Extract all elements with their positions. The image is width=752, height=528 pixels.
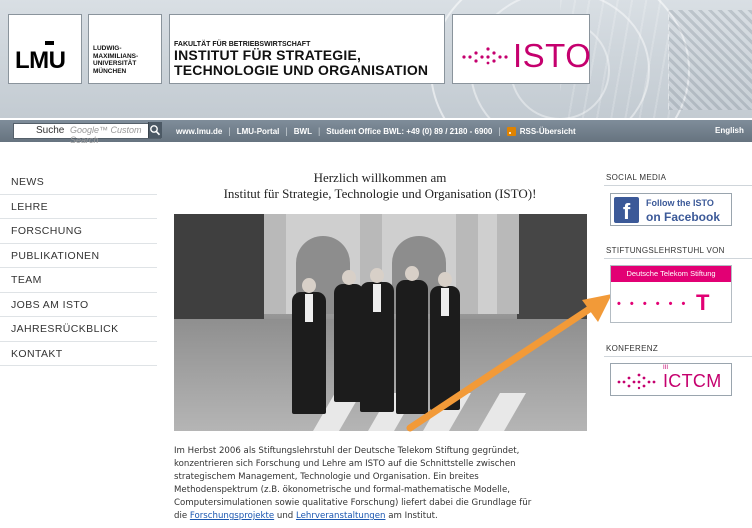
ictcm-dots-icon	[617, 373, 656, 390]
sidebar-item-jahresrueckblick[interactable]: JAHRESRÜCKBLICK	[0, 317, 157, 342]
search-input[interactable]: Suche Google™ Custom Search	[13, 123, 161, 145]
intro-line: konzentrieren sich Forschung und Lehre a…	[174, 459, 516, 469]
nav-separator: |	[228, 126, 231, 136]
intro-line: Im Herbst 2006 als Stiftungslehrstuhl de…	[174, 446, 520, 456]
facebook-follow-button[interactable]: f Follow the ISTO on Facebook	[610, 193, 732, 226]
welcome-line2: Institut für Strategie, Technologie und …	[223, 186, 537, 201]
intro-line: Methodenspektrum (z.B. ökonometrische un…	[174, 485, 510, 495]
facebook-label-line1: Follow the ISTO	[646, 198, 714, 208]
search-button[interactable]	[148, 122, 162, 138]
facebook-icon: f	[614, 197, 639, 224]
institute-name-line2: TECHNOLOGIE UND ORGANISATION	[174, 62, 429, 78]
lmu-logo-accent	[45, 41, 54, 45]
institute-name-line1: INSTITUT FÜR STRATEGIE,	[174, 47, 362, 63]
nav-link-bwl[interactable]: BWL	[294, 127, 312, 136]
telekom-banner: Deutsche Telekom Stiftung	[611, 266, 731, 282]
photo-trees	[174, 214, 264, 324]
intro-paragraph: Im Herbst 2006 als Stiftungslehrstuhl de…	[174, 445, 594, 523]
isto-logo[interactable]: ISTO	[452, 14, 592, 84]
language-link-english[interactable]: English	[715, 126, 744, 135]
sidebar-item-forschung[interactable]: FORSCHUNG	[0, 219, 157, 244]
university-line: MÜNCHEN	[93, 67, 127, 75]
sidebar-item-jobs[interactable]: JOBS AM ISTO	[0, 293, 157, 317]
telekom-dots: • • • • • •	[617, 298, 689, 310]
konferenz-heading: KONFERENZ	[604, 344, 752, 357]
photo-person	[430, 272, 460, 410]
nav-separator: |	[317, 126, 321, 136]
welcome-heading: Herzlich willkommen am Institut für Stra…	[172, 170, 588, 202]
telekom-stiftung-logo[interactable]: Deutsche Telekom Stiftung • • • • • • T	[610, 265, 732, 323]
university-line: LUDWIG-	[93, 45, 122, 52]
university-line: MAXIMILIANS-	[93, 52, 139, 60]
welcome-line1: Herzlich willkommen am	[313, 170, 447, 185]
facebook-label-line2: on Facebook	[646, 210, 721, 224]
intro-text: die	[174, 511, 188, 521]
link-forschungsprojekte[interactable]: Forschungsprojekte	[190, 511, 274, 521]
photo-person	[292, 278, 326, 414]
social-media-heading: SOCIAL MEDIA	[604, 173, 752, 186]
lmu-logo-text: LMU	[15, 47, 66, 74]
intro-text: und	[276, 511, 294, 521]
ictcm-text: ICTCM	[663, 371, 722, 391]
telekom-t-logo: T	[696, 290, 710, 315]
photo-trees	[517, 214, 587, 324]
search-icon	[150, 125, 161, 136]
link-lehrveranstaltungen[interactable]: Lehrveranstaltungen	[296, 511, 385, 521]
intro-line: strategischem Management, Technologie un…	[174, 472, 479, 482]
ictcm-conference-logo[interactable]: III ICTCM	[610, 363, 732, 396]
sidebar-item-kontakt[interactable]: KONTAKT	[0, 342, 157, 366]
institute-title-box[interactable]: FAKULTÄT FÜR BETRIEBSWIRTSCHAFT INSTITUT…	[169, 14, 445, 84]
isto-dots-icon	[462, 47, 508, 65]
nav-link-lmu[interactable]: www.lmu.de	[176, 127, 222, 136]
intro-text: am Institut.	[388, 511, 438, 521]
search-placeholder: Google™ Custom Search	[70, 125, 142, 145]
photo-person	[360, 268, 394, 412]
stiftungslehrstuhl-heading: STIFTUNGSLEHRSTUHL VON	[604, 246, 752, 259]
lmu-logo[interactable]: LMU	[8, 14, 82, 84]
top-navbar: Suche Google™ Custom Search www.lmu.de |…	[0, 120, 752, 145]
nav-link-lmu-portal[interactable]: LMU-Portal	[237, 127, 280, 136]
search-label: Suche	[36, 125, 65, 136]
background-ornament	[668, 10, 752, 110]
university-line: UNIVERSITÄT	[93, 60, 137, 67]
sidebar-item-lehre[interactable]: LEHRE	[0, 195, 157, 219]
nav-link-rss[interactable]: RSS-Übersicht	[520, 127, 576, 136]
intro-line: die Forschungsprojekte und Lehrveranstal…	[174, 510, 594, 523]
nav-separator: |	[285, 126, 288, 136]
sidebar-item-team[interactable]: TEAM	[0, 268, 157, 293]
nav-link-student-office[interactable]: Student Office BWL: +49 (0) 89 / 2180 - …	[326, 127, 492, 136]
university-logo[interactable]: LUDWIG- MAXIMILIANS- UNIVERSITÄT MÜNCHEN	[88, 14, 162, 84]
intro-line: Computersimulationen sowie qualitative F…	[174, 498, 532, 508]
sidebar-item-publikationen[interactable]: PUBLIKATIONEN	[0, 244, 157, 268]
nav-separator: |	[498, 126, 501, 136]
isto-logo-text: ISTO	[513, 37, 592, 74]
nav-links: www.lmu.de | LMU-Portal | BWL | Student …	[176, 120, 576, 142]
rss-icon	[506, 126, 516, 136]
photo-person	[396, 266, 428, 414]
team-photo	[174, 214, 587, 431]
sidebar-item-news[interactable]: NEWS	[0, 170, 157, 195]
sidebar-menu: NEWS LEHRE FORSCHUNG PUBLIKATIONEN TEAM …	[0, 170, 157, 366]
header-banner: LMU LUDWIG- MAXIMILIANS- UNIVERSITÄT MÜN…	[0, 0, 752, 118]
